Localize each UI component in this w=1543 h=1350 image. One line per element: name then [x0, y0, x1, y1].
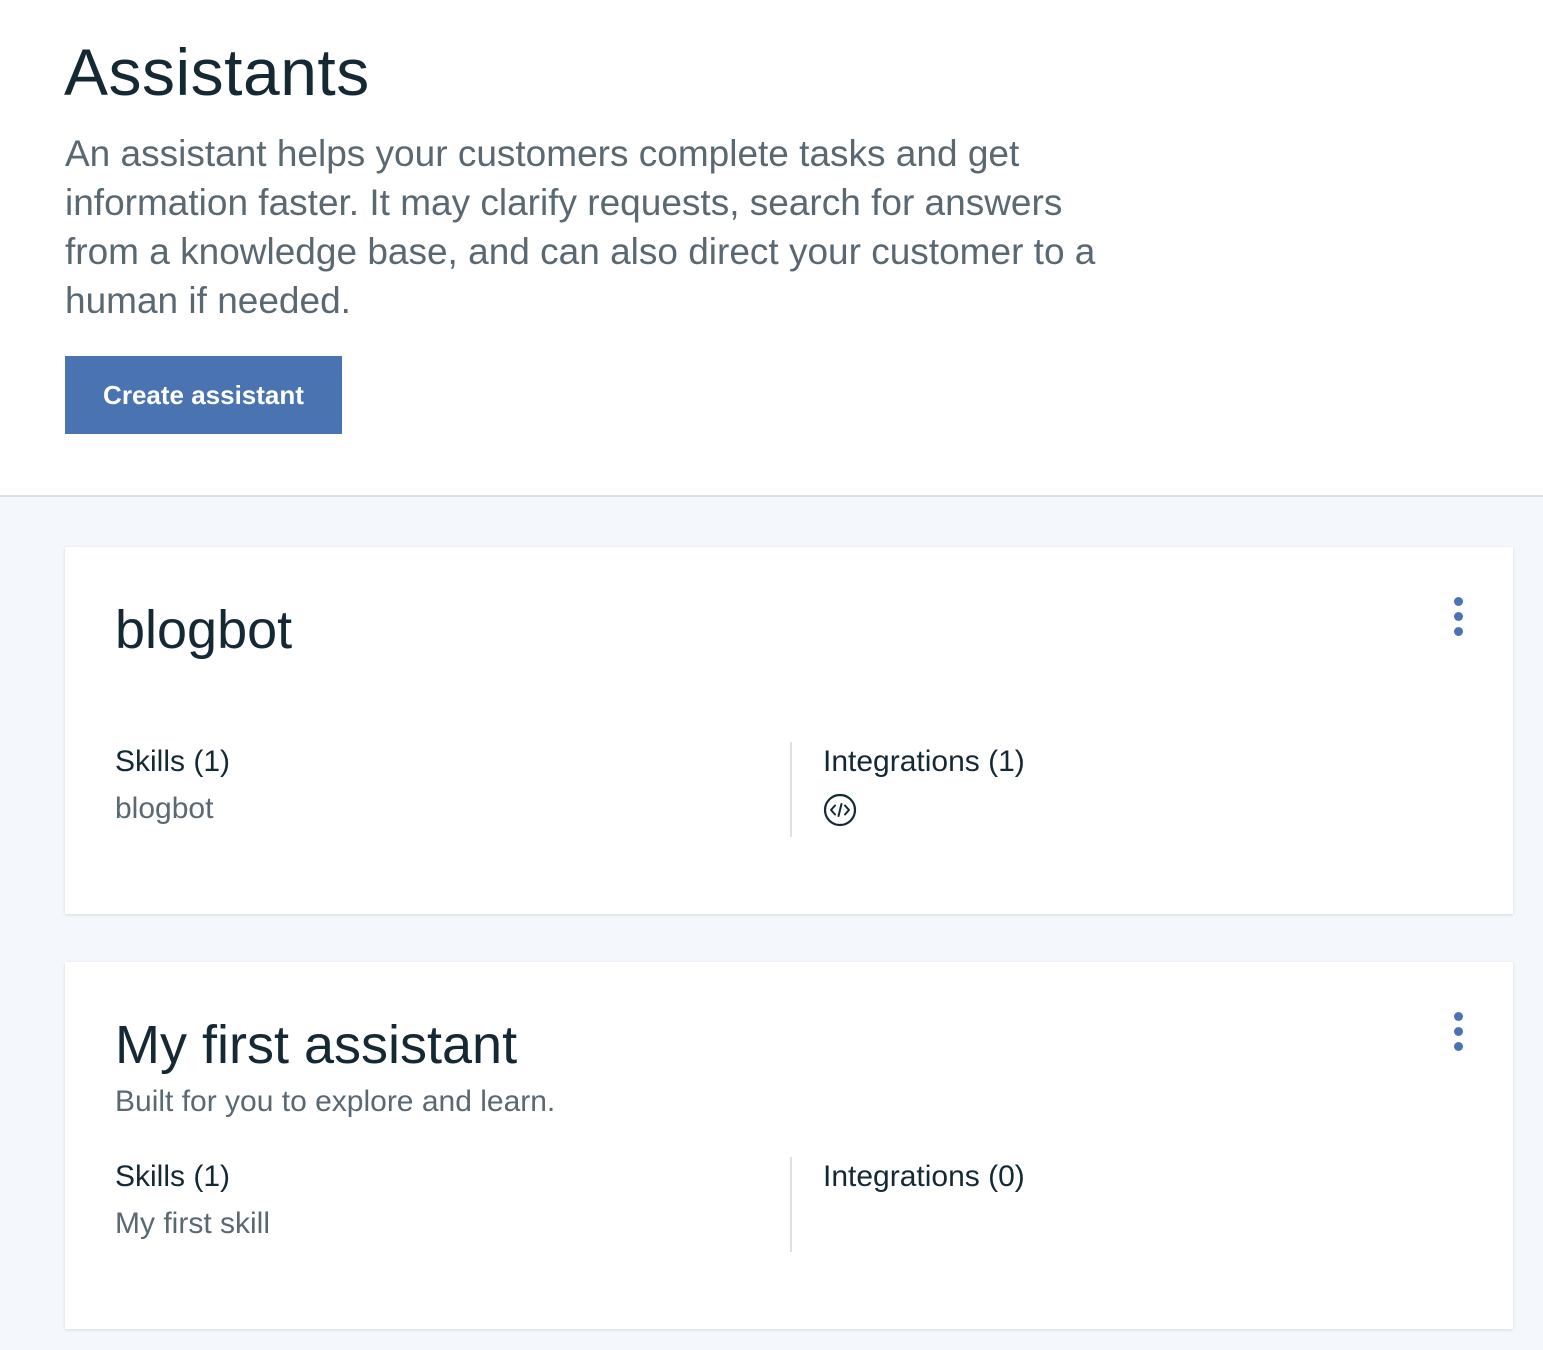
integrations-label: Integrations (1)	[823, 745, 1025, 778]
page-title: Assistants	[64, 35, 370, 109]
assistant-card-blogbot[interactable]: blogbot Skills (1) blogbot Integrations …	[65, 547, 1513, 914]
assistant-card-my-first-assistant[interactable]: My first assistant Built for you to expl…	[65, 962, 1513, 1329]
integrations-label: Integrations (0)	[823, 1160, 1025, 1193]
skill-name: My first skill	[115, 1207, 270, 1240]
web-chat-embed-icon	[823, 793, 857, 827]
overflow-menu-dot	[1454, 1027, 1463, 1036]
column-divider	[790, 742, 792, 837]
skills-section: Skills (1) blogbot	[115, 743, 785, 843]
skills-label: Skills (1)	[115, 745, 231, 778]
page-header: Assistants An assistant helps your custo…	[0, 0, 1543, 497]
overflow-menu-dot	[1454, 1012, 1463, 1021]
overflow-menu-icon[interactable]	[1445, 595, 1473, 641]
overflow-menu-dot	[1454, 627, 1463, 636]
skills-section: Skills (1) My first skill	[115, 1158, 785, 1258]
overflow-menu-icon[interactable]	[1445, 1010, 1473, 1056]
column-divider	[790, 1157, 792, 1252]
assistant-description: Built for you to explore and learn.	[115, 1085, 556, 1118]
integrations-section: Integrations (0)	[823, 1158, 1443, 1258]
overflow-menu-dot	[1454, 612, 1463, 621]
create-assistant-button[interactable]: Create assistant	[65, 356, 342, 434]
assistants-page: Assistants An assistant helps your custo…	[0, 0, 1543, 1350]
assistant-name[interactable]: My first assistant	[115, 1010, 517, 1080]
skill-name: blogbot	[115, 792, 214, 825]
overflow-menu-dot	[1454, 1042, 1463, 1051]
overflow-menu-dot	[1454, 597, 1463, 606]
integrations-section: Integrations (1)	[823, 743, 1443, 843]
page-description: An assistant helps your customers comple…	[65, 133, 1096, 321]
assistant-name[interactable]: blogbot	[115, 595, 292, 665]
skills-label: Skills (1)	[115, 1160, 231, 1193]
